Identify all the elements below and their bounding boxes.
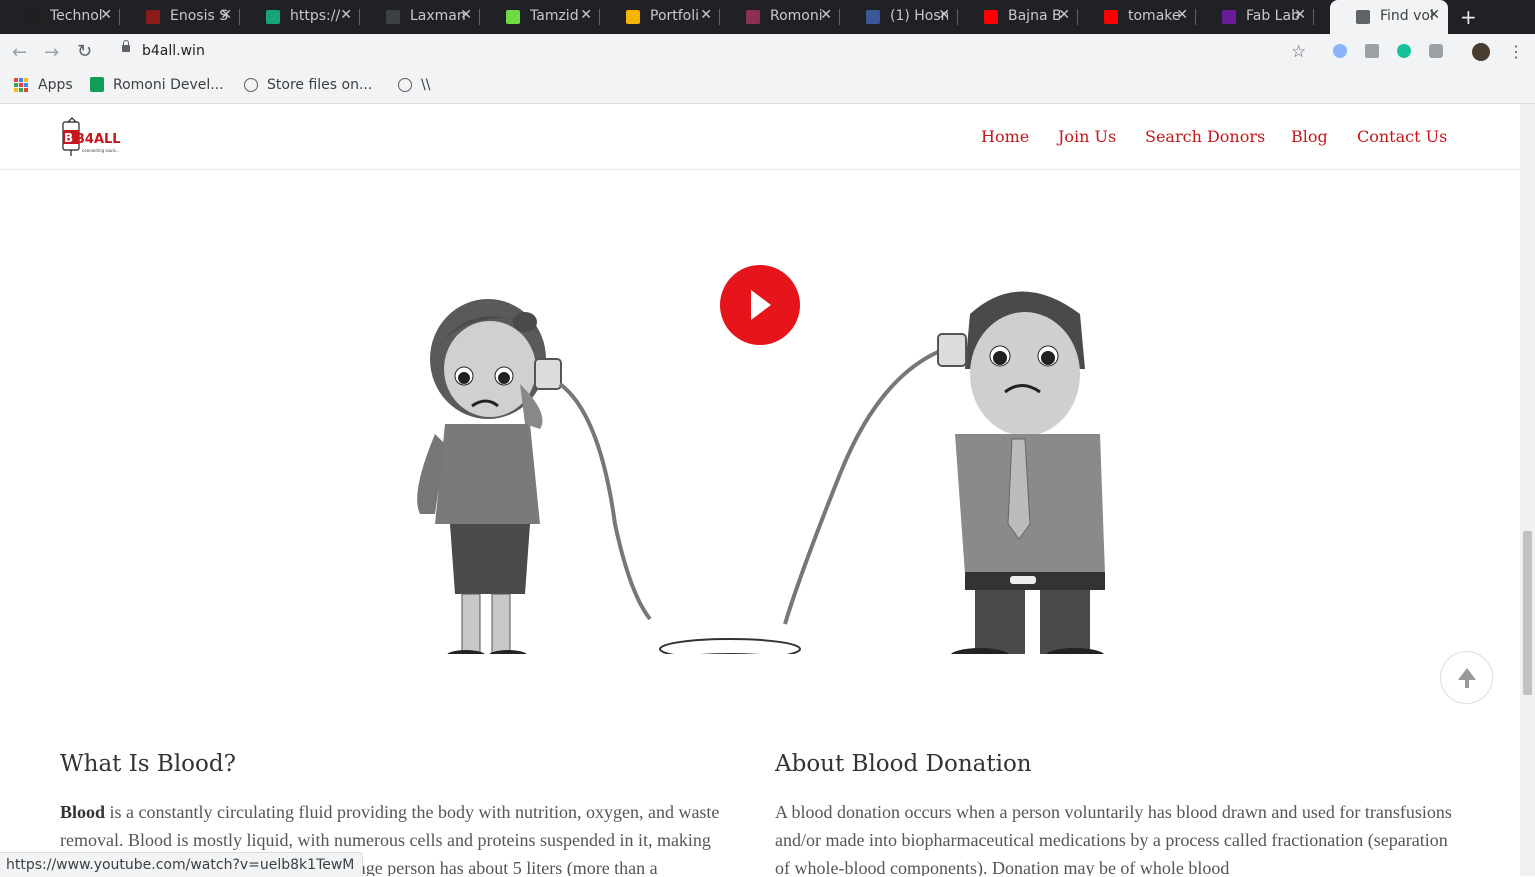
tab-favicon-icon <box>1104 10 1118 24</box>
apps-grid-icon <box>14 78 28 92</box>
tab-favicon-icon <box>1222 10 1236 24</box>
tab-favicon-icon <box>266 10 280 24</box>
tab-favicon-icon <box>1356 10 1370 24</box>
tab-favicon-icon <box>386 10 400 24</box>
browser-tab[interactable]: Bajna B ✕ <box>958 0 1078 34</box>
tab-close-icon[interactable]: ✕ <box>1058 7 1070 23</box>
browser-tab[interactable]: Portfoli ✕ <box>600 0 720 34</box>
tab-close-icon[interactable]: ✕ <box>580 7 592 23</box>
back-icon[interactable]: ← <box>12 42 27 63</box>
camera-icon[interactable] <box>1429 44 1443 58</box>
bookmark-apps[interactable]: Apps <box>38 77 73 93</box>
tab-separator <box>1313 9 1314 25</box>
nav-search-donors[interactable]: Search Donors <box>1145 127 1265 146</box>
globe-icon <box>244 78 258 92</box>
svg-text:connecting souls...: connecting souls... <box>82 148 119 153</box>
section-heading-what-is-blood: What Is Blood? <box>60 751 236 777</box>
status-bar-url: https://www.youtube.com/watch?v=uelb8k1T… <box>0 852 364 877</box>
play-button[interactable] <box>720 265 800 345</box>
extension-v-icon[interactable] <box>1365 44 1379 58</box>
bookmark-store-files[interactable]: Store files on... <box>267 77 372 93</box>
tab-favicon-icon <box>506 10 520 24</box>
svg-text:B4ALL: B4ALL <box>75 132 121 147</box>
address-bar[interactable]: b4all.win <box>142 43 205 59</box>
profile-avatar[interactable] <box>1472 43 1490 61</box>
tab-close-icon[interactable]: ✕ <box>340 7 352 23</box>
scrollbar-thumb[interactable] <box>1523 531 1532 695</box>
browser-tab[interactable]: Find vol ✕ <box>1330 0 1448 34</box>
nav-blog[interactable]: Blog <box>1291 127 1328 146</box>
svg-text:B: B <box>64 131 73 145</box>
web-page: B B4ALL connecting souls... Home Join Us… <box>0 104 1520 876</box>
menu-kebab-icon[interactable]: ⋮ <box>1508 42 1524 61</box>
site-header: B B4ALL connecting souls... Home Join Us… <box>0 104 1520 170</box>
tab-favicon-icon <box>746 10 760 24</box>
blood-bold-term: Blood <box>60 802 106 822</box>
browser-tab[interactable]: Tamzid ✕ <box>480 0 600 34</box>
tab-close-icon[interactable]: ✕ <box>1294 7 1306 23</box>
bookmarks-bar <box>0 70 1535 104</box>
browser-tab[interactable]: https://✕ <box>240 0 360 34</box>
tab-close-icon[interactable]: ✕ <box>938 7 950 23</box>
tab-favicon-icon <box>146 10 160 24</box>
tab-favicon-icon <box>984 10 998 24</box>
globe-icon <box>398 78 412 92</box>
page-scrollbar[interactable] <box>1520 104 1535 876</box>
new-tab-button[interactable]: + <box>1460 5 1477 29</box>
tab-close-icon[interactable]: ✕ <box>700 7 712 23</box>
extension-icon[interactable] <box>1333 44 1347 58</box>
nav-home[interactable]: Home <box>981 127 1029 146</box>
tab-close-icon[interactable]: ✕ <box>100 7 112 23</box>
tab-close-icon[interactable]: ✕ <box>820 7 832 23</box>
browser-tab[interactable]: Romoni ✕ <box>720 0 840 34</box>
browser-tab[interactable]: (1) Hosn ✕ <box>840 0 958 34</box>
browser-tab[interactable]: Enosis S ✕ <box>120 0 240 34</box>
browser-tab[interactable]: tomake ✕ <box>1078 0 1196 34</box>
tab-strip: Technol ✕ Enosis S ✕ https://✕ Laxman ✕ Tamzid ✕… <box>0 0 1535 34</box>
section-heading-about-donation: About Blood Donation <box>775 751 1032 777</box>
sheets-icon <box>90 77 104 92</box>
bookmark-romoni[interactable]: Romoni Devel... <box>113 77 224 93</box>
reload-icon[interactable]: ↻ <box>77 41 92 62</box>
tangled-string <box>659 638 801 654</box>
tab-favicon-icon <box>26 10 40 24</box>
b4all-logo[interactable]: B B4ALL connecting souls... <box>60 116 124 158</box>
tab-close-icon[interactable]: ✕ <box>1176 7 1188 23</box>
tab-favicon-icon <box>626 10 640 24</box>
man-figure <box>937 291 1105 654</box>
forward-icon[interactable]: → <box>44 42 59 63</box>
tab-close-icon[interactable]: ✕ <box>460 7 472 23</box>
browser-tab[interactable]: Laxman ✕ <box>360 0 480 34</box>
nav-join-us[interactable]: Join Us <box>1058 127 1116 146</box>
bookmark-star-icon[interactable]: ☆ <box>1291 42 1306 62</box>
tab-close-icon[interactable]: ✕ <box>1428 7 1440 23</box>
tab-close-icon[interactable]: ✕ <box>220 7 232 23</box>
lock-icon <box>122 40 130 52</box>
back-to-top-button[interactable] <box>1440 651 1493 704</box>
about-donation-text: A blood donation occurs when a person vo… <box>775 802 1452 876</box>
woman-figure <box>417 299 562 654</box>
browser-tab[interactable]: Technol ✕ <box>0 0 120 34</box>
nav-contact-us[interactable]: Contact Us <box>1357 127 1447 146</box>
grammarly-icon[interactable] <box>1397 44 1411 58</box>
bookmark-backslash[interactable]: \\ <box>421 77 430 93</box>
browser-tab[interactable]: Fab Lab ✕ <box>1196 0 1314 34</box>
tab-favicon-icon <box>866 10 880 24</box>
